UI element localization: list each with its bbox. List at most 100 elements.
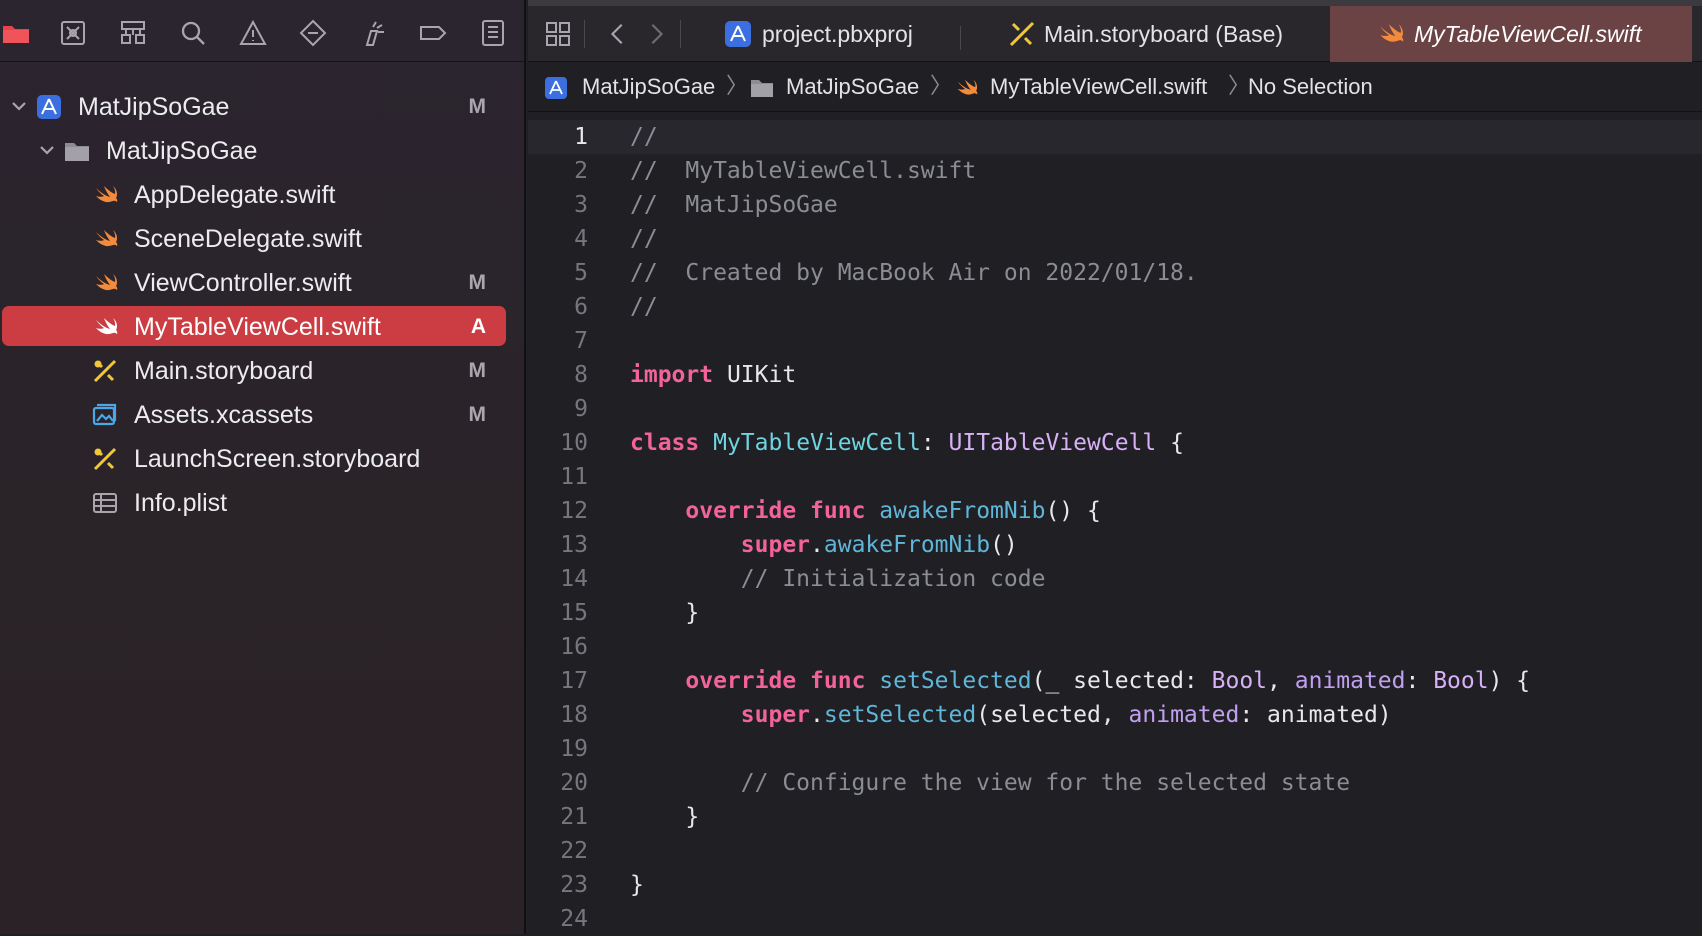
tree-item-label: ViewController.swift: [134, 269, 352, 297]
tab-label: MyTableViewCell.swift: [1414, 21, 1642, 47]
code-line: }: [630, 596, 699, 630]
scm-status-badge: M: [468, 359, 487, 382]
code-token: Bool: [1433, 668, 1489, 694]
swift-icon: [92, 270, 118, 296]
chevron-down-icon[interactable]: [38, 141, 56, 159]
forward-chevron-icon[interactable]: [640, 18, 672, 50]
code-line: // Initialization code: [630, 562, 1046, 596]
code-line: class MyTableViewCell: UITableViewCell {: [630, 426, 1184, 460]
code-token: //: [630, 226, 658, 252]
tree-item-file-selected[interactable]: MyTableViewCell.swift A: [2, 306, 506, 346]
tree-item-project[interactable]: MatJipSoGae M: [2, 86, 506, 126]
swift-icon: [954, 76, 978, 100]
tab-project-pbxproj[interactable]: project.pbxproj: [724, 6, 924, 62]
code-line: super.awakeFromNib(): [630, 528, 1018, 562]
tree-item-label: LaunchScreen.storyboard: [134, 445, 421, 473]
source-control-icon[interactable]: [57, 17, 89, 49]
line-number: 1: [574, 124, 588, 150]
line-number: 11: [560, 464, 588, 490]
code-token: (selected,: [976, 702, 1129, 728]
code-line: super.setSelected(selected, animated: an…: [630, 698, 1392, 732]
tab-mytableviewcell-swift[interactable]: MyTableViewCell.swift: [1330, 6, 1692, 62]
tree-item-label: MatJipSoGae: [78, 93, 230, 121]
folder-icon[interactable]: [0, 17, 32, 49]
code-line: override func awakeFromNib() {: [630, 494, 1101, 528]
debug-icon[interactable]: [357, 17, 389, 49]
assets-icon: [92, 402, 118, 428]
code-token: }: [630, 804, 700, 830]
tree-item-file[interactable]: SceneDelegate.swift: [2, 218, 506, 258]
jumpbar-item-project[interactable]: MatJipSoGae: [582, 75, 715, 99]
tree-item-file[interactable]: ViewController.swift M: [2, 262, 506, 302]
code-line: //: [630, 290, 658, 324]
code-token: override: [685, 668, 797, 694]
code-token: (): [990, 532, 1018, 558]
code-token: //: [630, 294, 658, 320]
tree-item-file[interactable]: Info.plist: [2, 482, 506, 522]
jumpbar-item-symbol[interactable]: No Selection: [1248, 75, 1373, 99]
line-number: 19: [560, 736, 588, 762]
code-token: override: [685, 498, 797, 524]
line-number: 3: [574, 192, 588, 218]
editor-area: project.pbxproj Main.storyboard (Base) M…: [528, 0, 1702, 934]
jump-bar: MatJipSoGae 〉 MatJipSoGae 〉 MyTableViewC…: [528, 62, 1702, 112]
code-line: // Created by MacBook Air on 2022/01/18.: [630, 256, 1198, 290]
report-icon[interactable]: [477, 17, 509, 49]
tag-icon[interactable]: [417, 17, 449, 49]
code-line: override func setSelected(_ selected: Bo…: [630, 664, 1530, 698]
scm-status-badge: A: [470, 315, 486, 338]
line-number-gutter: 1 2 3 4 5 6 7 8 9 10 11 12 13 14 15 16 17 18 19 20 21 22 23 24: [528, 120, 608, 934]
code-token: setSelected: [879, 668, 1032, 694]
code-line: //: [630, 120, 658, 154]
swift-icon: [92, 314, 118, 340]
code-token: UIKit: [713, 362, 797, 388]
jumpbar-item-group[interactable]: MatJipSoGae: [786, 75, 919, 99]
plist-icon: [92, 490, 118, 516]
line-number: 16: [560, 634, 588, 660]
search-icon[interactable]: [177, 17, 209, 49]
warning-icon[interactable]: [237, 17, 269, 49]
tree-item-label: Info.plist: [134, 489, 228, 517]
code-line: // MyTableViewCell.swift: [630, 154, 976, 188]
code-token: animated: [1294, 668, 1406, 694]
grid-icon[interactable]: [542, 18, 574, 50]
chevron-down-icon[interactable]: [10, 97, 28, 115]
back-chevron-icon[interactable]: [602, 18, 634, 50]
tree-item-file[interactable]: AppDelegate.swift: [2, 174, 506, 214]
tree-item-file[interactable]: Assets.xcassets M: [2, 394, 506, 434]
line-number: 17: [560, 668, 588, 694]
line-number: 4: [574, 226, 588, 252]
tree-item-file[interactable]: Main.storyboard M: [2, 350, 506, 390]
source-editor[interactable]: 1 2 3 4 5 6 7 8 9 10 11 12 13 14 15 16 17 18 19 20 21 22 23 24 …: [528, 120, 1702, 934]
code-token: //: [630, 124, 658, 150]
line-number: 15: [560, 600, 588, 626]
scm-status-badge: M: [468, 403, 487, 426]
line-number: 20: [560, 770, 588, 796]
jumpbar-item-file[interactable]: MyTableViewCell.swift: [990, 75, 1207, 99]
chevron-right-icon: 〉: [726, 73, 749, 98]
current-line-highlight: [528, 120, 1702, 154]
tree-item-group[interactable]: MatJipSoGae: [2, 130, 506, 170]
line-number: 2: [574, 158, 588, 184]
tree-item-file[interactable]: LaunchScreen.storyboard: [2, 438, 506, 478]
folder-icon: [750, 76, 774, 100]
storyboard-icon: [1008, 20, 1036, 48]
tab-main-storyboard[interactable]: Main.storyboard (Base): [1008, 6, 1288, 62]
code-token: func: [810, 668, 866, 694]
breakpoint-icon[interactable]: [297, 17, 329, 49]
hierarchy-icon[interactable]: [117, 17, 149, 49]
code-token: // MyTableViewCell.swift: [630, 158, 977, 184]
tree-item-label: MatJipSoGae: [106, 137, 258, 165]
code-token: class: [630, 430, 700, 456]
code-line: // MatJipSoGae: [630, 188, 838, 222]
line-number: 8: [574, 362, 588, 388]
line-number: 24: [560, 906, 588, 932]
tree-item-label: SceneDelegate.swift: [134, 225, 362, 253]
code-token: () {: [1045, 498, 1101, 524]
